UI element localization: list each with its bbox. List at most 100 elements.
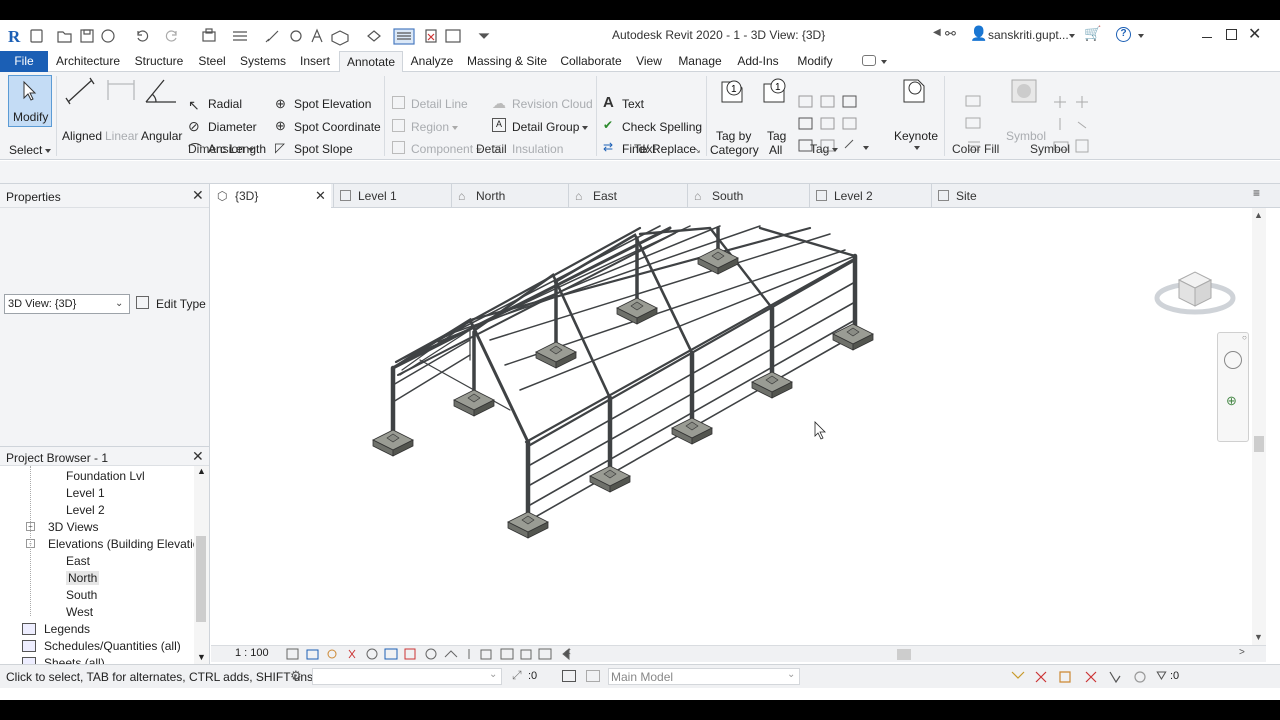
tab-systems[interactable]: Systems	[236, 51, 290, 72]
active-model-dropdown[interactable]: Main Model ⌄	[608, 668, 800, 685]
diameter-button[interactable]: Diameter	[208, 120, 257, 134]
revision-cloud-button[interactable]: Revision Cloud	[512, 97, 593, 111]
quick-access-toolbar[interactable]	[28, 26, 498, 46]
project-browser-close-icon[interactable]: ✕	[192, 448, 204, 465]
edit-type-icon	[136, 296, 149, 309]
user-icon[interactable]: 👤	[970, 25, 987, 42]
text-button[interactable]: Text	[622, 97, 644, 111]
detail-line-button[interactable]: Detail Line	[411, 97, 468, 111]
text-panel-launcher-icon[interactable]: ↘	[694, 146, 701, 155]
viewcube[interactable]	[1153, 256, 1237, 324]
minimize-icon[interactable]	[1202, 30, 1212, 38]
hscroll-thumb[interactable]	[897, 649, 911, 660]
tag-by-category-label-1[interactable]: Tag by	[716, 129, 751, 143]
user-dropdown-icon[interactable]	[1069, 34, 1075, 38]
help-dropdown-icon[interactable]	[1138, 34, 1144, 38]
navigation-bar[interactable]: ⊕ ○	[1217, 332, 1249, 442]
project-browser-scrollbar[interactable]: ▲ ▼	[194, 466, 209, 668]
view-scale[interactable]: 1 : 100	[235, 647, 269, 659]
binoculars-icon[interactable]: ⚯	[945, 26, 956, 42]
view-tab-level-1[interactable]: Level 1	[333, 184, 449, 208]
tab-file[interactable]: File	[0, 51, 48, 72]
aligned-button[interactable]: Aligned	[62, 129, 102, 143]
view-tab-3d[interactable]: ⬡ {3D} ✕	[211, 184, 331, 208]
tab-insert[interactable]: Insert	[296, 51, 334, 72]
view-tab-east[interactable]: ⌂ East	[568, 184, 684, 208]
selection-options-icons[interactable]	[1008, 668, 1158, 686]
design-options-secondary-icon[interactable]	[586, 670, 600, 682]
maximize-icon[interactable]	[1226, 29, 1237, 40]
scroll-up-icon[interactable]: ▲	[197, 466, 206, 476]
workset-dropdown[interactable]: ⌄	[312, 668, 502, 685]
scroll-down-icon[interactable]: ▼	[197, 652, 206, 662]
steel-frame-model[interactable]	[211, 208, 1252, 648]
detail-group-button[interactable]: Detail Group	[512, 120, 589, 134]
type-selector[interactable]: 3D View: {3D} ⌄	[4, 294, 130, 314]
filter-icon[interactable]: ⛛	[1156, 668, 1167, 684]
tab-annotate[interactable]: Annotate	[339, 51, 403, 73]
search-back-icon[interactable]: ◀	[933, 27, 941, 38]
dimension-panel-title[interactable]: Dimension	[188, 142, 254, 156]
cart-icon[interactable]: 🛒	[1084, 25, 1101, 42]
tab-manage[interactable]: Manage	[673, 51, 727, 72]
user-name[interactable]: sanskriti.gupt...	[988, 28, 1069, 42]
region-button[interactable]: Region	[411, 120, 459, 134]
spot-coordinate-icon: ⊕	[275, 118, 286, 133]
hscroll-right-icon[interactable]: >	[1239, 647, 1245, 658]
tab-analyze[interactable]: Analyze	[407, 51, 457, 72]
component-button[interactable]: Component	[411, 142, 483, 156]
modify-button[interactable]: Modify	[8, 75, 52, 127]
vscroll-up-icon[interactable]: ▲	[1254, 210, 1263, 220]
tab-steel[interactable]: Steel	[194, 51, 230, 72]
tab-collaborate[interactable]: Collaborate	[557, 51, 625, 72]
properties-close-icon[interactable]: ✕	[192, 187, 204, 204]
check-spelling-button[interactable]: Check Spelling	[622, 120, 702, 134]
view-tab-close-icon[interactable]: ✕	[315, 184, 326, 208]
tab-modify[interactable]: Modify	[790, 51, 840, 72]
edit-type-button[interactable]: Edit Type	[156, 297, 206, 311]
nav-bar-close-icon[interactable]: ○	[1242, 333, 1247, 342]
angular-button[interactable]: Angular	[141, 129, 182, 143]
linear-button[interactable]: Linear	[105, 129, 138, 143]
tab-architecture[interactable]: Architecture	[52, 51, 124, 72]
revit-logo-icon[interactable]: R	[8, 27, 20, 47]
view-tab-level-2[interactable]: Level 2	[809, 184, 925, 208]
spot-slope-button[interactable]: Spot Slope	[294, 142, 353, 156]
radial-button[interactable]: Radial	[208, 97, 242, 111]
tab-massing-site[interactable]: Massing & Site	[464, 51, 550, 72]
keynote-button[interactable]: Keynote	[894, 129, 938, 143]
tag-all-label-2[interactable]: All	[769, 143, 782, 157]
scroll-thumb[interactable]	[196, 536, 206, 622]
full-navigation-wheel-icon[interactable]	[1224, 351, 1242, 369]
tag-panel-title[interactable]: Tag	[810, 142, 839, 156]
spot-coordinate-button[interactable]: Spot Coordinate	[294, 120, 381, 134]
editing-requests-icon[interactable]: ⤢	[512, 668, 522, 683]
worksharing-icon[interactable]: ⚙	[290, 668, 302, 684]
hscroll-left-icon[interactable]: <	[565, 647, 571, 658]
view-control-icons[interactable]	[285, 647, 575, 662]
tab-view[interactable]: View	[632, 51, 666, 72]
select-panel-title[interactable]: Select	[9, 143, 52, 157]
tab-add-ins[interactable]: Add-Ins	[733, 51, 783, 72]
vscroll-thumb[interactable]	[1254, 436, 1264, 452]
view-tab-site[interactable]: Site	[931, 184, 1047, 208]
zoom-region-icon[interactable]: ⊕	[1226, 393, 1237, 409]
help-icon[interactable]: ?	[1116, 27, 1131, 42]
tab-structure[interactable]: Structure	[130, 51, 188, 72]
drawing-area[interactable]: ⊕ ○	[211, 208, 1252, 648]
spot-elevation-button[interactable]: Spot Elevation	[294, 97, 371, 111]
keynote-dropdown-icon[interactable]	[914, 146, 920, 150]
tab-list-menu-icon[interactable]: ≡	[1253, 186, 1260, 200]
vscroll-down-icon[interactable]: ▼	[1254, 632, 1263, 642]
panel-toggle-dropdown-icon[interactable]	[881, 60, 887, 64]
view-tab-north[interactable]: ⌂ North	[451, 184, 567, 208]
tag-by-category-label-2[interactable]: Category	[710, 143, 759, 157]
close-icon[interactable]: ✕	[1248, 24, 1261, 44]
panel-toggle-icon[interactable]	[862, 55, 876, 66]
insulation-button[interactable]: Insulation	[512, 142, 563, 156]
symbol-button[interactable]: Symbol	[1006, 129, 1046, 143]
tag-all-label-1[interactable]: Tag	[767, 129, 786, 143]
drawing-vertical-scrollbar[interactable]: ▲ ▼	[1252, 208, 1266, 648]
design-options-icon[interactable]	[562, 670, 576, 682]
view-tab-south[interactable]: ⌂ South	[687, 184, 803, 208]
